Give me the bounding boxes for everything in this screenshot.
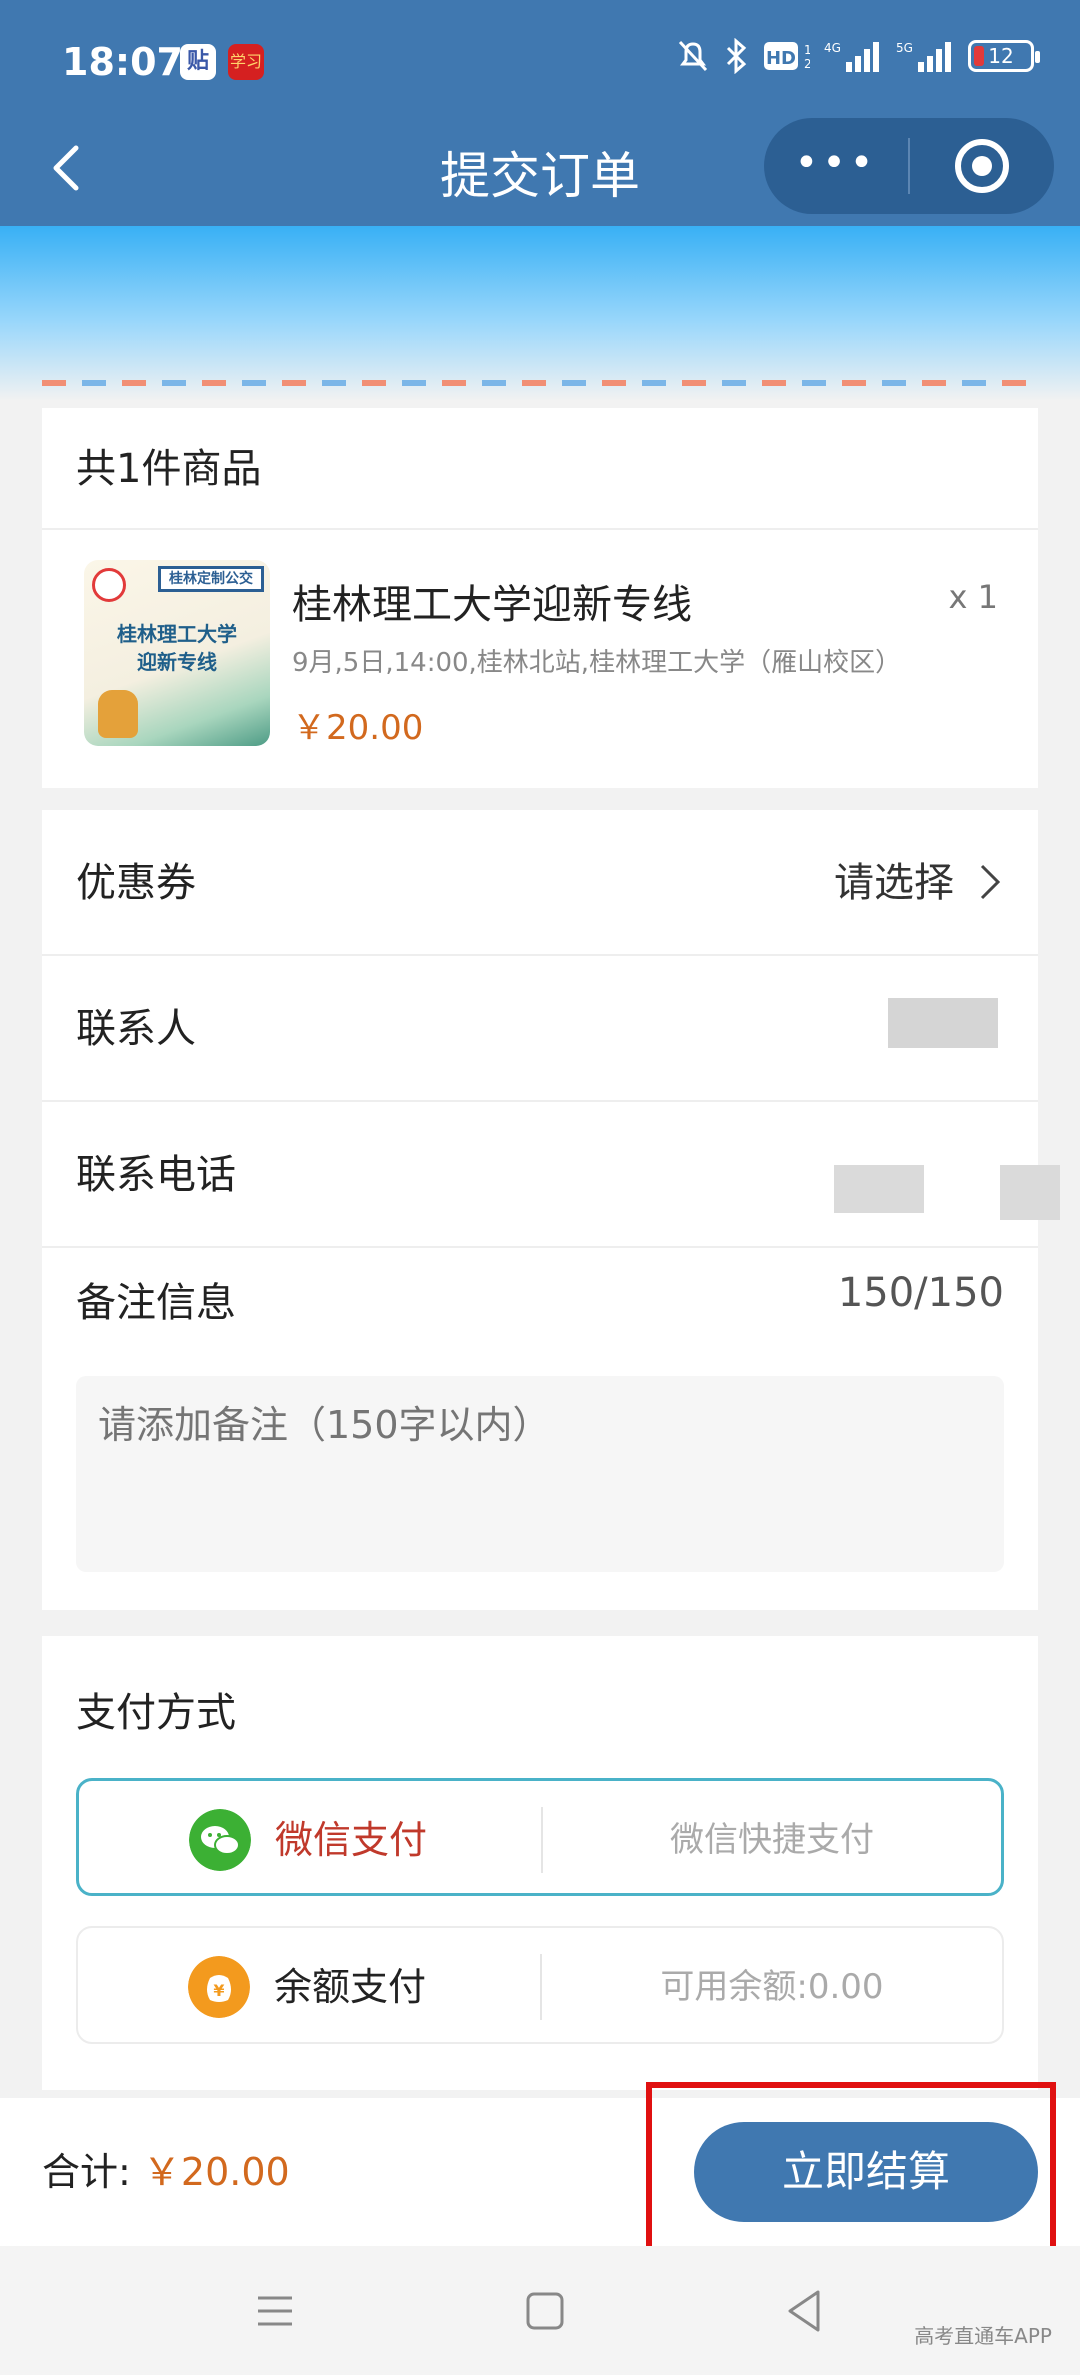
total-label: 合计: bbox=[42, 2150, 143, 2194]
thumbnail-title-line2: 迎新专线 bbox=[137, 650, 217, 674]
clock: 18:07 bbox=[62, 40, 183, 84]
mascot-illustration bbox=[98, 690, 138, 738]
remark-char-counter: 150/150 bbox=[837, 1270, 1004, 1316]
wechat-pay-subtitle: 微信快捷支付 bbox=[670, 1820, 874, 1860]
home-square-icon[interactable] bbox=[520, 2286, 570, 2336]
product-description: 9月,5日,14:00,桂林北站,桂林理工大学（雁山校区） bbox=[292, 648, 902, 678]
svg-text:4G: 4G bbox=[824, 41, 841, 55]
product-quantity: x 1 bbox=[948, 578, 998, 616]
balance-wallet-icon: ¥ bbox=[188, 1956, 250, 2018]
payment-method-card: 支付方式 微信支付 微信快捷支付 ¥ 余额支付 可用余额:0.00 bbox=[42, 1636, 1038, 2090]
thumbnail-tag: 桂林定制公交 bbox=[158, 566, 264, 592]
thumbnail-title-line1: 桂林理工大学 bbox=[117, 622, 237, 646]
close-mini-program-button[interactable] bbox=[910, 139, 1054, 193]
goods-card: 共1件商品 桂林定制公交 桂林理工大学 迎新专线 桂林理工大学迎新专线 x 1 … bbox=[42, 408, 1038, 788]
balance-available-text: 可用余额:0.00 bbox=[660, 1967, 884, 2007]
bluetooth-icon bbox=[726, 38, 747, 74]
signal-4g-icon: 4G bbox=[824, 41, 879, 72]
remark-label: 备注信息 bbox=[76, 1280, 236, 1326]
product-thumbnail: 桂林定制公交 桂林理工大学 迎新专线 bbox=[84, 560, 270, 746]
redacted-phone-part1 bbox=[834, 1165, 924, 1213]
phone-label: 联系电话 bbox=[76, 1152, 236, 1198]
payment-method-title: 支付方式 bbox=[76, 1690, 236, 1736]
highlight-box bbox=[646, 2082, 1056, 2254]
svg-text:5G: 5G bbox=[896, 41, 913, 55]
total-amount: 合计: ￥20.00 bbox=[42, 2098, 290, 2246]
balance-pay-label: 余额支付 bbox=[274, 1965, 427, 2009]
wechat-pay-option[interactable]: 微信支付 微信快捷支付 bbox=[76, 1778, 1004, 1896]
coupon-label: 优惠券 bbox=[76, 860, 196, 906]
order-info-card: 优惠券 请选择 联系人 联系电话 备注信息 150/150 bbox=[42, 810, 1060, 1610]
watermark-text: 高考直通车APP bbox=[914, 2324, 1052, 2348]
battery-icon: 12 bbox=[968, 40, 1040, 72]
status-bar: 18:07 贴 学习 HD 1 2 4G 5G 12 bbox=[0, 0, 1080, 118]
coupon-row[interactable]: 优惠券 请选择 bbox=[42, 810, 1038, 956]
mute-bell-icon bbox=[678, 40, 708, 72]
redacted-contact-name bbox=[888, 998, 998, 1048]
menu-icon[interactable] bbox=[250, 2286, 300, 2336]
remark-input[interactable] bbox=[76, 1376, 1004, 1572]
coupon-select-value[interactable]: 请选择 bbox=[834, 810, 954, 956]
svg-text:2: 2 bbox=[804, 57, 810, 71]
notification-app-icon: 贴 bbox=[180, 44, 216, 80]
back-triangle-icon[interactable] bbox=[780, 2286, 830, 2336]
product-name: 桂林理工大学迎新专线 bbox=[292, 582, 692, 628]
envelope-border-divider bbox=[42, 380, 1038, 386]
goods-item[interactable]: 桂林定制公交 桂林理工大学 迎新专线 桂林理工大学迎新专线 x 1 9月,5日,… bbox=[42, 530, 1038, 788]
mini-program-capsule: ••• bbox=[764, 118, 1054, 214]
goods-count-heading: 共1件商品 bbox=[42, 408, 1038, 530]
balance-pay-option[interactable]: ¥ 余额支付 可用余额:0.00 bbox=[76, 1926, 1004, 2044]
hd-icon: HD 1 2 bbox=[764, 42, 810, 71]
redacted-phone-part2 bbox=[1000, 1165, 1060, 1220]
system-nav-bar bbox=[0, 2246, 1080, 2375]
wechat-pay-icon bbox=[189, 1809, 251, 1871]
total-value: ￥20.00 bbox=[142, 2150, 290, 2194]
product-price: ￥20.00 bbox=[292, 708, 424, 748]
target-circle-icon bbox=[955, 139, 1009, 193]
header-gradient bbox=[0, 226, 1080, 401]
svg-text:HD: HD bbox=[766, 48, 796, 69]
svg-text:1: 1 bbox=[804, 43, 810, 57]
study-app-icon: 学习 bbox=[228, 44, 264, 80]
signal-5g-icon: 5G bbox=[896, 41, 951, 72]
bus-company-logo bbox=[92, 568, 126, 602]
svg-text:¥: ¥ bbox=[213, 1981, 224, 2000]
wechat-pay-label: 微信支付 bbox=[275, 1818, 428, 1862]
contact-label: 联系人 bbox=[76, 1006, 196, 1052]
nav-bar: 提交订单 ••• bbox=[0, 118, 1080, 226]
more-menu-icon[interactable]: ••• bbox=[764, 138, 910, 194]
chevron-right-icon bbox=[980, 864, 1001, 900]
status-icons: HD 1 2 4G 5G 12 bbox=[676, 38, 1040, 74]
